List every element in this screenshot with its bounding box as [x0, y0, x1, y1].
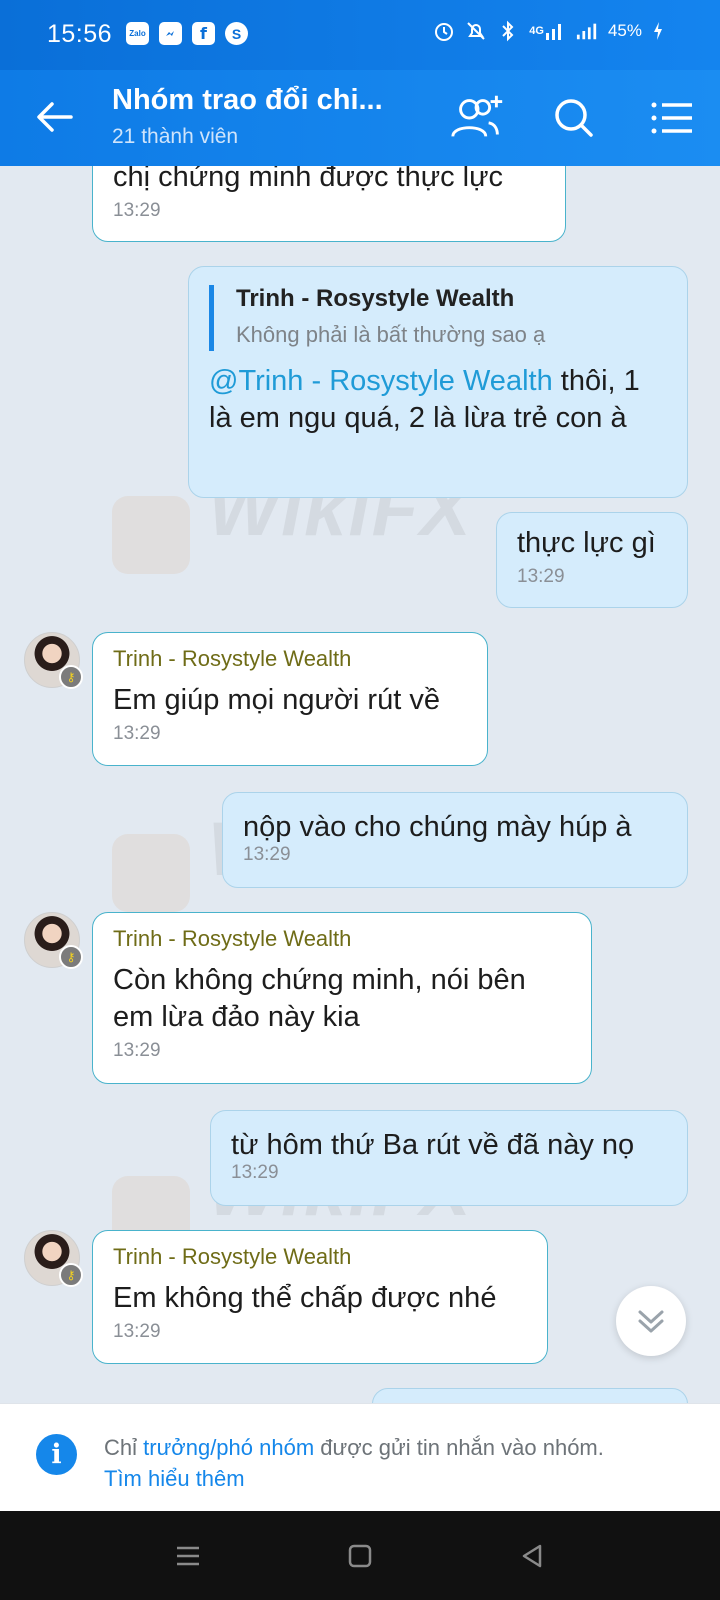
message-text: Em không thể chấp được nhé	[113, 1282, 497, 1314]
notice-suffix: được gửi tin nhắn vào nhóm.	[314, 1435, 604, 1460]
network-4g-icon: 4G	[529, 20, 566, 42]
notice-text: Chỉ trưởng/phó nhóm được gửi tin nhắn và…	[104, 1432, 704, 1494]
message-time: 13:29	[113, 1040, 161, 1061]
message-bubble-incoming[interactable]: Trinh - Rosystyle Wealth Em giúp mọi ngư…	[92, 632, 488, 766]
sender-name[interactable]: Trinh - Rosystyle Wealth	[113, 1244, 527, 1270]
triangle-back-icon	[522, 1544, 542, 1568]
menu-button[interactable]	[642, 90, 702, 146]
charging-icon	[652, 20, 664, 42]
quoted-text: Không phải là bất thường sao ạ	[236, 322, 546, 347]
member-count[interactable]: 21 thành viên	[112, 125, 238, 149]
message-bubble-outgoing[interactable]: nộp vào cho chúng mày húp à 13:29	[222, 792, 688, 888]
mute-bell-icon	[465, 20, 487, 42]
search-button[interactable]	[544, 90, 604, 146]
message-bubble-outgoing[interactable]: Trinh - Rosystyle Wealth Không phải là b…	[188, 266, 688, 498]
key-badge-icon: ⚷	[59, 945, 83, 969]
status-indicators: 4G 45%	[433, 20, 664, 42]
message-time: 13:29	[517, 566, 565, 587]
avatar[interactable]: ⚷	[24, 912, 83, 969]
alarm-icon	[433, 20, 455, 42]
message-bubble-incoming[interactable]: chị chứng minh được thực lực 13:29	[92, 166, 566, 242]
chat-header: Nhóm trao đổi chi... 21 thành viên	[0, 70, 720, 166]
info-icon: i	[36, 1434, 77, 1475]
message-text: Còn không chứng minh, nói bên em lừa đảo…	[113, 964, 526, 1033]
message-text: từ hôm thứ Ba rút về đã này nọ	[231, 1129, 635, 1161]
watermark-logo	[112, 834, 190, 912]
search-icon	[555, 99, 593, 137]
status-time: 15:56	[47, 20, 113, 48]
message-bubble-outgoing[interactable]	[372, 1388, 688, 1403]
arrow-left-icon	[37, 102, 73, 132]
list-menu-icon	[651, 102, 692, 134]
message-text: thực lực gì	[517, 527, 656, 559]
sender-name[interactable]: Trinh - Rosystyle Wealth	[113, 926, 571, 952]
avatar[interactable]: ⚷	[24, 632, 83, 689]
message-time: 13:29	[243, 844, 291, 865]
message-time: 13:29	[231, 1162, 279, 1183]
admin-role-link[interactable]: trưởng/phó nhóm	[143, 1435, 314, 1460]
message-time: 13:29	[113, 1321, 161, 1342]
status-bar: 15:56 Zalo f S 4G 45%	[0, 0, 720, 70]
messenger-icon	[159, 22, 182, 45]
back-button[interactable]	[30, 92, 80, 142]
quoted-message[interactable]: Trinh - Rosystyle Wealth Không phải là b…	[209, 285, 667, 351]
back-nav-button[interactable]	[512, 1536, 552, 1576]
scroll-to-bottom-button[interactable]	[616, 1286, 686, 1356]
zalo-icon: Zalo	[126, 22, 149, 45]
watermark-logo	[112, 496, 190, 574]
recent-apps-button[interactable]	[168, 1536, 208, 1576]
signal-icon	[576, 20, 598, 42]
status-app-icons: Zalo f S	[126, 22, 248, 45]
home-button[interactable]	[340, 1536, 380, 1576]
message-list[interactable]: WikiFX WikiFX WikiFX WikiFX chị chứng mi…	[0, 166, 720, 1403]
message-text: chị chứng minh được thực lực	[113, 166, 504, 193]
sender-name[interactable]: Trinh - Rosystyle Wealth	[113, 646, 467, 672]
message-text: nộp vào cho chúng mày húp à	[243, 811, 632, 843]
key-badge-icon: ⚷	[59, 1263, 83, 1287]
message-time: 13:29	[113, 723, 161, 744]
add-member-button[interactable]	[448, 90, 508, 146]
system-nav-bar	[0, 1511, 720, 1600]
message-text: @Trinh - Rosystyle Wealth thôi, 1 là em …	[209, 363, 669, 437]
facebook-icon: f	[192, 22, 215, 45]
key-badge-icon: ⚷	[59, 665, 83, 689]
mention-link[interactable]: @Trinh - Rosystyle Wealth	[209, 365, 553, 397]
group-title[interactable]: Nhóm trao đổi chi...	[112, 84, 383, 117]
message-time: 13:29	[113, 200, 161, 221]
quoted-sender: Trinh - Rosystyle Wealth	[236, 285, 515, 312]
send-restriction-notice: i Chỉ trưởng/phó nhóm được gửi tin nhắn …	[0, 1403, 720, 1511]
skype-icon: S	[225, 22, 248, 45]
double-chevron-down-icon	[638, 1310, 664, 1333]
menu-lines-icon	[177, 1546, 199, 1566]
avatar[interactable]: ⚷	[24, 1230, 83, 1287]
message-bubble-incoming[interactable]: Trinh - Rosystyle Wealth Còn không chứng…	[92, 912, 592, 1084]
bluetooth-icon	[497, 20, 519, 42]
message-bubble-incoming[interactable]: Trinh - Rosystyle Wealth Em không thể ch…	[92, 1230, 548, 1364]
message-bubble-outgoing[interactable]: từ hôm thứ Ba rút về đã này nọ 13:29	[210, 1110, 688, 1206]
battery-level: 45%	[607, 21, 642, 40]
message-text: Em giúp mọi người rút về	[113, 684, 440, 716]
notice-prefix: Chỉ	[104, 1435, 144, 1460]
square-home-icon	[348, 1544, 372, 1568]
learn-more-link[interactable]: Tìm hiểu thêm	[104, 1466, 245, 1491]
message-bubble-outgoing[interactable]: thực lực gì 13:29	[496, 512, 688, 608]
add-member-icon	[451, 95, 503, 137]
